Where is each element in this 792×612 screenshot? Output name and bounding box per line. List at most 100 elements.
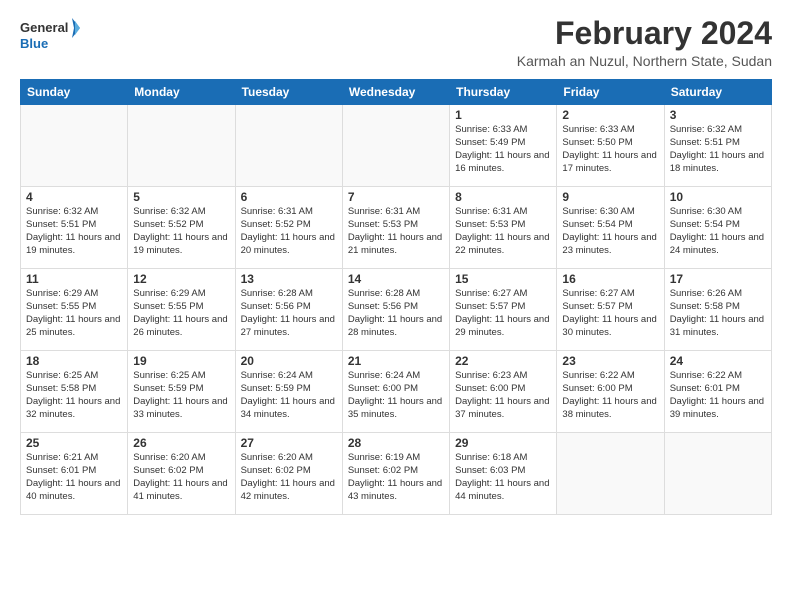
week-row-4: 18 Sunrise: 6:25 AMSunset: 5:58 PMDayligh… bbox=[21, 351, 772, 433]
calendar-cell bbox=[128, 105, 235, 187]
day-info: Sunrise: 6:31 AMSunset: 5:53 PMDaylight:… bbox=[455, 206, 551, 257]
day-info: Sunrise: 6:30 AMSunset: 5:54 PMDaylight:… bbox=[562, 206, 658, 257]
calendar-cell: 27 Sunrise: 6:20 AMSunset: 6:02 PMDayligh… bbox=[235, 433, 342, 515]
calendar-cell: 29 Sunrise: 6:18 AMSunset: 6:03 PMDayligh… bbox=[450, 433, 557, 515]
calendar-cell: 13Sunrise: 6:28 AMSunset: 5:56 PMDayligh… bbox=[235, 269, 342, 351]
day-number: 19 bbox=[133, 354, 229, 368]
calendar-cell bbox=[664, 433, 771, 515]
day-number: 27 bbox=[241, 436, 337, 450]
day-number: 8 bbox=[455, 190, 551, 204]
calendar-cell: 23Sunrise: 6:22 AMSunset: 6:00 PMDayligh… bbox=[557, 351, 664, 433]
calendar-cell: 9 Sunrise: 6:30 AMSunset: 5:54 PMDaylight… bbox=[557, 187, 664, 269]
day-info: Sunrise: 6:22 AMSunset: 6:01 PMDaylight:… bbox=[670, 370, 766, 421]
weekday-header-sunday: Sunday bbox=[21, 80, 128, 105]
day-number: 9 bbox=[562, 190, 658, 204]
day-info: Sunrise: 6:28 AMSunset: 5:56 PMDaylight:… bbox=[348, 288, 444, 339]
svg-text:Blue: Blue bbox=[20, 36, 48, 51]
subtitle: Karmah an Nuzul, Northern State, Sudan bbox=[517, 53, 772, 69]
calendar-cell: 2Sunrise: 6:33 AMSunset: 5:50 PMDaylight… bbox=[557, 105, 664, 187]
day-number: 20 bbox=[241, 354, 337, 368]
calendar-cell: 14 Sunrise: 6:28 AMSunset: 5:56 PMDayligh… bbox=[342, 269, 449, 351]
day-number: 22 bbox=[455, 354, 551, 368]
day-info: Sunrise: 6:27 AMSunset: 5:57 PMDaylight:… bbox=[562, 288, 658, 339]
weekday-header-monday: Monday bbox=[128, 80, 235, 105]
weekday-header-saturday: Saturday bbox=[664, 80, 771, 105]
day-number: 1 bbox=[455, 108, 551, 122]
calendar-cell: 19 Sunrise: 6:25 AMSunset: 5:59 PMDayligh… bbox=[128, 351, 235, 433]
day-info: Sunrise: 6:20 AMSunset: 6:02 PMDaylight:… bbox=[241, 452, 337, 503]
day-number: 11 bbox=[26, 272, 122, 286]
day-info: Sunrise: 6:26 AMSunset: 5:58 PMDaylight:… bbox=[670, 288, 766, 339]
day-info: Sunrise: 6:24 AMSunset: 6:00 PMDaylight:… bbox=[348, 370, 444, 421]
week-row-2: 4 Sunrise: 6:32 AMSunset: 5:51 PMDaylight… bbox=[21, 187, 772, 269]
title-area: February 2024 Karmah an Nuzul, Northern … bbox=[517, 16, 772, 69]
calendar-cell bbox=[235, 105, 342, 187]
weekday-header-wednesday: Wednesday bbox=[342, 80, 449, 105]
logo-svg: General Blue bbox=[20, 16, 80, 54]
day-number: 17 bbox=[670, 272, 766, 286]
logo: General Blue bbox=[20, 16, 80, 54]
day-number: 10 bbox=[670, 190, 766, 204]
calendar-cell: 12 Sunrise: 6:29 AMSunset: 5:55 PMDayligh… bbox=[128, 269, 235, 351]
calendar-cell bbox=[557, 433, 664, 515]
day-info: Sunrise: 6:25 AMSunset: 5:59 PMDaylight:… bbox=[133, 370, 229, 421]
calendar-cell: 1Sunrise: 6:33 AMSunset: 5:49 PMDaylight… bbox=[450, 105, 557, 187]
day-number: 24 bbox=[670, 354, 766, 368]
day-info: Sunrise: 6:33 AMSunset: 5:50 PMDaylight:… bbox=[562, 124, 658, 175]
day-info: Sunrise: 6:32 AMSunset: 5:51 PMDaylight:… bbox=[670, 124, 766, 175]
day-number: 5 bbox=[133, 190, 229, 204]
day-number: 6 bbox=[241, 190, 337, 204]
week-row-3: 11 Sunrise: 6:29 AMSunset: 5:55 PMDayligh… bbox=[21, 269, 772, 351]
day-info: Sunrise: 6:22 AMSunset: 6:00 PMDaylight:… bbox=[562, 370, 658, 421]
calendar-cell: 7Sunrise: 6:31 AMSunset: 5:53 PMDaylight… bbox=[342, 187, 449, 269]
main-title: February 2024 bbox=[517, 16, 772, 51]
day-number: 18 bbox=[26, 354, 122, 368]
calendar-cell: 25Sunrise: 6:21 AMSunset: 6:01 PMDayligh… bbox=[21, 433, 128, 515]
day-number: 12 bbox=[133, 272, 229, 286]
calendar-cell: 5 Sunrise: 6:32 AMSunset: 5:52 PMDaylight… bbox=[128, 187, 235, 269]
day-info: Sunrise: 6:27 AMSunset: 5:57 PMDaylight:… bbox=[455, 288, 551, 339]
day-info: Sunrise: 6:23 AMSunset: 6:00 PMDaylight:… bbox=[455, 370, 551, 421]
day-number: 13 bbox=[241, 272, 337, 286]
calendar-cell: 18 Sunrise: 6:25 AMSunset: 5:58 PMDayligh… bbox=[21, 351, 128, 433]
calendar-cell: 24 Sunrise: 6:22 AMSunset: 6:01 PMDayligh… bbox=[664, 351, 771, 433]
day-info: Sunrise: 6:18 AMSunset: 6:03 PMDaylight:… bbox=[455, 452, 551, 503]
day-number: 3 bbox=[670, 108, 766, 122]
calendar-cell: 6 Sunrise: 6:31 AMSunset: 5:52 PMDaylight… bbox=[235, 187, 342, 269]
day-number: 21 bbox=[348, 354, 444, 368]
day-info: Sunrise: 6:31 AMSunset: 5:52 PMDaylight:… bbox=[241, 206, 337, 257]
day-number: 4 bbox=[26, 190, 122, 204]
calendar-cell: 21 Sunrise: 6:24 AMSunset: 6:00 PMDayligh… bbox=[342, 351, 449, 433]
day-info: Sunrise: 6:30 AMSunset: 5:54 PMDaylight:… bbox=[670, 206, 766, 257]
week-row-1: 1Sunrise: 6:33 AMSunset: 5:49 PMDaylight… bbox=[21, 105, 772, 187]
weekday-header-friday: Friday bbox=[557, 80, 664, 105]
calendar-cell: 28Sunrise: 6:19 AMSunset: 6:02 PMDayligh… bbox=[342, 433, 449, 515]
week-row-5: 25Sunrise: 6:21 AMSunset: 6:01 PMDayligh… bbox=[21, 433, 772, 515]
calendar-cell: 11 Sunrise: 6:29 AMSunset: 5:55 PMDayligh… bbox=[21, 269, 128, 351]
day-info: Sunrise: 6:29 AMSunset: 5:55 PMDaylight:… bbox=[26, 288, 122, 339]
svg-text:General: General bbox=[20, 20, 68, 35]
header: General Blue February 2024 Karmah an Nuz… bbox=[20, 16, 772, 69]
day-info: Sunrise: 6:32 AMSunset: 5:52 PMDaylight:… bbox=[133, 206, 229, 257]
day-number: 29 bbox=[455, 436, 551, 450]
weekday-header-thursday: Thursday bbox=[450, 80, 557, 105]
day-info: Sunrise: 6:25 AMSunset: 5:58 PMDaylight:… bbox=[26, 370, 122, 421]
day-number: 26 bbox=[133, 436, 229, 450]
day-number: 14 bbox=[348, 272, 444, 286]
calendar-cell: 8 Sunrise: 6:31 AMSunset: 5:53 PMDaylight… bbox=[450, 187, 557, 269]
day-info: Sunrise: 6:24 AMSunset: 5:59 PMDaylight:… bbox=[241, 370, 337, 421]
day-info: Sunrise: 6:32 AMSunset: 5:51 PMDaylight:… bbox=[26, 206, 122, 257]
day-number: 15 bbox=[455, 272, 551, 286]
day-number: 16 bbox=[562, 272, 658, 286]
day-info: Sunrise: 6:21 AMSunset: 6:01 PMDaylight:… bbox=[26, 452, 122, 503]
day-info: Sunrise: 6:31 AMSunset: 5:53 PMDaylight:… bbox=[348, 206, 444, 257]
calendar-cell: 16 Sunrise: 6:27 AMSunset: 5:57 PMDayligh… bbox=[557, 269, 664, 351]
calendar-cell: 17 Sunrise: 6:26 AMSunset: 5:58 PMDayligh… bbox=[664, 269, 771, 351]
weekday-header-tuesday: Tuesday bbox=[235, 80, 342, 105]
day-info: Sunrise: 6:29 AMSunset: 5:55 PMDaylight:… bbox=[133, 288, 229, 339]
day-number: 28 bbox=[348, 436, 444, 450]
weekday-header-row: SundayMondayTuesdayWednesdayThursdayFrid… bbox=[21, 80, 772, 105]
calendar-cell: 3 Sunrise: 6:32 AMSunset: 5:51 PMDaylight… bbox=[664, 105, 771, 187]
calendar-cell: 10 Sunrise: 6:30 AMSunset: 5:54 PMDayligh… bbox=[664, 187, 771, 269]
calendar-cell bbox=[21, 105, 128, 187]
